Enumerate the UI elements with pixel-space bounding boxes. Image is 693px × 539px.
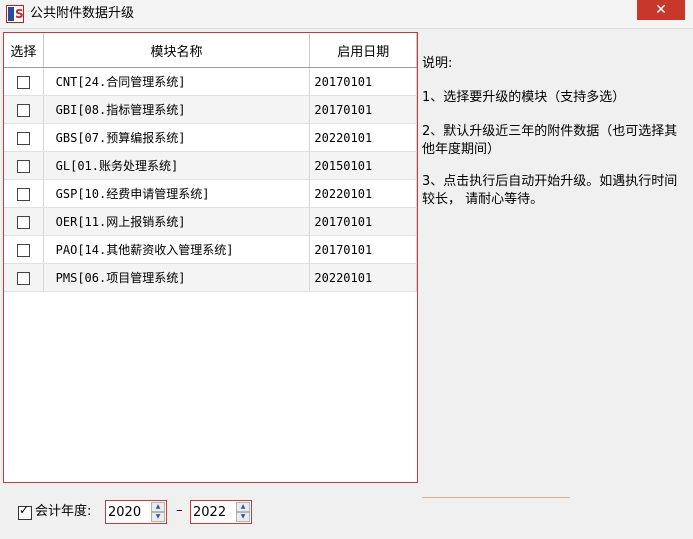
year-to-spinner[interactable]: ▲ ▼ xyxy=(190,500,252,524)
module-name: OER[11.网上报销系统] xyxy=(43,207,311,236)
year-from-spinner[interactable]: ▲ ▼ xyxy=(105,500,167,524)
year-from-input[interactable] xyxy=(108,503,144,521)
spin-up-icon[interactable]: ▲ xyxy=(236,502,250,512)
divider xyxy=(422,497,570,498)
spin-down-icon[interactable]: ▼ xyxy=(151,512,165,522)
table-row[interactable]: PMS[06.项目管理系统] 20220101 xyxy=(4,263,417,292)
fiscal-year-checkbox[interactable] xyxy=(18,503,32,520)
enable-date: 20170101 xyxy=(309,207,417,236)
description-panel: 说明: 1、选择要升级的模块（支持多选） 2、默认升级近三年的附件数据（也可选择… xyxy=(422,37,684,209)
row-checkbox[interactable] xyxy=(16,159,30,173)
enable-date: 20150101 xyxy=(309,151,417,180)
table-row[interactable]: GBI[08.指标管理系统] 20170101 xyxy=(4,95,417,124)
row-checkbox[interactable] xyxy=(16,75,30,89)
enable-date: 20170101 xyxy=(309,235,417,264)
enable-date: 20170101 xyxy=(309,95,417,124)
row-checkbox[interactable] xyxy=(16,103,30,117)
enable-date: 20220101 xyxy=(309,263,417,292)
table-row[interactable]: GBS[07.预算编报系统] 20220101 xyxy=(4,123,417,152)
table-row[interactable]: GL[01.账务处理系统] 20150101 xyxy=(4,151,417,180)
spin-up-icon[interactable]: ▲ xyxy=(151,502,165,512)
title-bar: S 公共附件数据升级 ✕ xyxy=(0,0,693,29)
module-name: GBI[08.指标管理系统] xyxy=(43,95,311,124)
app-logo-icon: S xyxy=(6,5,24,23)
year-to-input[interactable] xyxy=(193,503,229,521)
window-title: 公共附件数据升级 xyxy=(30,6,135,21)
row-checkbox[interactable] xyxy=(16,215,30,229)
spin-down-icon[interactable]: ▼ xyxy=(236,512,250,522)
header-enable-date: 启用日期 xyxy=(309,33,417,68)
close-button[interactable]: ✕ xyxy=(637,0,685,20)
fiscal-year-range: 会计年度: ▲ ▼ – ▲ ▼ xyxy=(12,500,262,526)
row-checkbox[interactable] xyxy=(16,243,30,257)
row-checkbox[interactable] xyxy=(16,131,30,145)
header-select: 选择 xyxy=(4,33,44,68)
description-item: 3、点击执行后自动开始升级。如遇执行时间较长， 请耐心等待。 xyxy=(422,174,678,207)
module-grid: 选择 模块名称 启用日期 CNT[24.合同管理系统] 20170101 GBI… xyxy=(3,32,418,483)
enable-date: 20170101 xyxy=(309,67,417,96)
module-name: CNT[24.合同管理系统] xyxy=(43,67,311,96)
module-table: 选择 模块名称 启用日期 CNT[24.合同管理系统] 20170101 GBI… xyxy=(4,33,417,292)
range-separator: – xyxy=(176,503,183,518)
description-title: 说明: xyxy=(422,56,453,71)
table-row[interactable]: OER[11.网上报销系统] 20170101 xyxy=(4,207,417,236)
module-name: GL[01.账务处理系统] xyxy=(43,151,311,180)
table-row[interactable]: PAO[14.其他薪资收入管理系统] 20170101 xyxy=(4,235,417,264)
module-name: PAO[14.其他薪资收入管理系统] xyxy=(43,235,311,264)
row-checkbox[interactable] xyxy=(16,271,30,285)
header-module-name: 模块名称 xyxy=(43,33,311,68)
enable-date: 20220101 xyxy=(309,179,417,208)
fiscal-year-label: 会计年度: xyxy=(35,504,92,519)
module-name: GBS[07.预算编报系统] xyxy=(43,123,311,152)
description-item: 1、选择要升级的模块（支持多选） xyxy=(422,90,626,105)
description-item: 2、默认升级近三年的附件数据（也可选择其他年度期间） xyxy=(422,124,678,157)
module-name: GSP[10.经费申请管理系统] xyxy=(43,179,311,208)
row-checkbox[interactable] xyxy=(16,187,30,201)
table-row[interactable]: GSP[10.经费申请管理系统] 20220101 xyxy=(4,179,417,208)
module-name: PMS[06.项目管理系统] xyxy=(43,263,311,292)
enable-date: 20220101 xyxy=(309,123,417,152)
table-row[interactable]: CNT[24.合同管理系统] 20170101 xyxy=(4,67,417,96)
